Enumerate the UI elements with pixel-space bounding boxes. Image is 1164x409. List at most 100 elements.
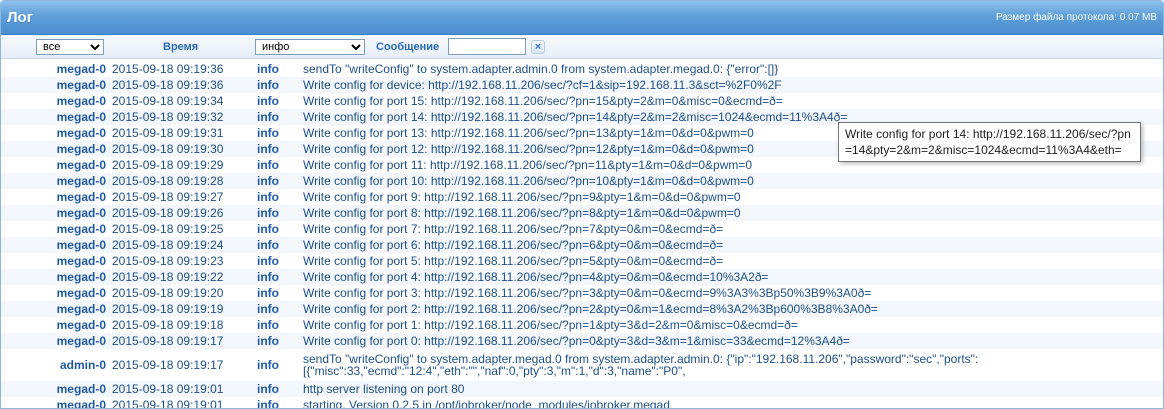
log-source: megad-0: [56, 62, 106, 76]
window-title: Лог: [7, 9, 33, 26]
log-message: Write config for port 9: http://192.168.…: [303, 190, 741, 204]
log-time: 2015-09-18 09:19:23: [112, 254, 224, 268]
log-message: Write config for port 1: http://192.168.…: [303, 318, 798, 332]
log-level: info: [257, 334, 279, 348]
log-source: megad-0: [56, 78, 106, 92]
log-message: starting. Version 0.2.5 in /opt/iobroker…: [303, 398, 670, 409]
log-message: Write config for port 6: http://192.168.…: [303, 238, 724, 252]
log-message: http server listening on port 80: [303, 382, 465, 396]
log-source: megad-0: [56, 174, 106, 188]
log-message: Write config for port 5: http://192.168.…: [303, 254, 724, 268]
log-time: 2015-09-18 09:19:22: [112, 270, 224, 284]
log-row: megad-0 2015-09-18 09:19:20 info Write conf…: [1, 285, 1163, 301]
log-message: Write config for port 7: http://192.168.…: [303, 222, 724, 236]
log-source: megad-0: [56, 254, 106, 268]
log-time: 2015-09-18 09:19:36: [112, 78, 224, 92]
log-message: sendTo "writeConfig" to system.adapter.m…: [303, 352, 979, 378]
log-window: Лог Размер файла протокола: 0.07 MB все …: [0, 0, 1164, 409]
log-row: admin-0 2015-09-18 09:19:17 info sendTo "wr…: [1, 349, 1163, 381]
log-row: megad-0 2015-09-18 09:19:26 info Write conf…: [1, 205, 1163, 221]
log-level: info: [257, 94, 279, 108]
log-source: megad-0: [56, 206, 106, 220]
log-level: info: [257, 318, 279, 332]
message-tooltip: Write config for port 14: http://192.168…: [838, 122, 1141, 162]
log-row: megad-0 2015-09-18 09:19:01 info starting. …: [1, 397, 1163, 409]
log-level: info: [257, 270, 279, 284]
log-source: megad-0: [56, 270, 106, 284]
log-row: megad-0 2015-09-18 09:19:18 info Write conf…: [1, 317, 1163, 333]
log-file-size: Размер файла протокола: 0.07 MB: [995, 12, 1157, 23]
log-level: info: [257, 110, 279, 124]
log-message: Write config for port 2: http://192.168.…: [303, 302, 878, 316]
log-level: info: [257, 286, 279, 300]
log-time: 2015-09-18 09:19:01: [112, 398, 224, 409]
log-source: megad-0: [56, 110, 106, 124]
log-time: 2015-09-18 09:19:30: [112, 142, 224, 156]
log-message: Write config for port 8: http://192.168.…: [303, 206, 741, 220]
log-time: 2015-09-18 09:19:29: [112, 158, 224, 172]
log-level: info: [257, 206, 279, 220]
log-row: megad-0 2015-09-18 09:19:28 info Write conf…: [1, 173, 1163, 189]
log-row: megad-0 2015-09-18 09:19:25 info Write conf…: [1, 221, 1163, 237]
log-time: 2015-09-18 09:19:17: [112, 334, 224, 348]
log-source: megad-0: [56, 238, 106, 252]
log-level: info: [257, 382, 279, 396]
log-row: megad-0 2015-09-18 09:19:36 info Write conf…: [1, 77, 1163, 93]
log-level: info: [257, 238, 279, 252]
log-time: 2015-09-18 09:19:24: [112, 238, 224, 252]
log-level: info: [257, 174, 279, 188]
message-column-header[interactable]: Сообщение: [376, 41, 439, 53]
filter-row: все Время инфо Сообщение ×: [1, 35, 1163, 59]
source-filter-select[interactable]: все: [36, 39, 104, 55]
log-source: megad-0: [56, 142, 106, 156]
log-level: info: [257, 142, 279, 156]
log-level: info: [257, 398, 279, 409]
log-time: 2015-09-18 09:19:19: [112, 302, 224, 316]
log-message: Write config for port 4: http://192.168.…: [303, 270, 769, 284]
log-time: 2015-09-18 09:19:27: [112, 190, 224, 204]
log-source: megad-0: [56, 398, 106, 409]
log-message: Write config for port 0: http://192.168.…: [303, 334, 850, 348]
log-source: megad-0: [56, 158, 106, 172]
level-filter-select[interactable]: инфо: [255, 39, 365, 55]
log-source: megad-0: [56, 382, 106, 396]
log-message: Write config for port 10: http://192.168…: [303, 174, 754, 188]
log-row: megad-0 2015-09-18 09:19:22 info Write conf…: [1, 269, 1163, 285]
log-row: megad-0 2015-09-18 09:19:01 info http serve…: [1, 381, 1163, 397]
clear-filter-button[interactable]: ×: [531, 40, 545, 54]
log-message: Write config for device: http://192.168.…: [303, 78, 782, 92]
log-source: admin-0: [59, 358, 106, 372]
log-level: info: [257, 358, 279, 372]
log-message: Write config for port 3: http://192.168.…: [303, 286, 872, 300]
log-level: info: [257, 62, 279, 76]
log-row: megad-0 2015-09-18 09:19:17 info Write conf…: [1, 333, 1163, 349]
log-source: megad-0: [56, 318, 106, 332]
log-time: 2015-09-18 09:19:18: [112, 318, 224, 332]
log-level: info: [257, 190, 279, 204]
log-row: megad-0 2015-09-18 09:19:24 info Write conf…: [1, 237, 1163, 253]
log-time: 2015-09-18 09:19:01: [112, 382, 224, 396]
log-level: info: [257, 254, 279, 268]
log-level: info: [257, 302, 279, 316]
log-time: 2015-09-18 09:19:34: [112, 94, 224, 108]
message-filter-input[interactable]: [448, 38, 526, 55]
log-level: info: [257, 158, 279, 172]
log-row: megad-0 2015-09-18 09:19:27 info Write conf…: [1, 189, 1163, 205]
log-time: 2015-09-18 09:19:31: [112, 126, 224, 140]
log-source: megad-0: [56, 222, 106, 236]
log-source: megad-0: [56, 126, 106, 140]
time-column-header[interactable]: Время: [163, 41, 198, 53]
log-time: 2015-09-18 09:19:17: [112, 358, 224, 372]
log-message: Write config for port 15: http://192.168…: [303, 94, 783, 108]
log-time: 2015-09-18 09:19:32: [112, 110, 224, 124]
log-time: 2015-09-18 09:19:28: [112, 174, 224, 188]
log-table: megad-0 2015-09-18 09:19:36 info sendTo "wr…: [1, 61, 1163, 409]
log-source: megad-0: [56, 190, 106, 204]
log-source: megad-0: [56, 286, 106, 300]
log-row: megad-0 2015-09-18 09:19:34 info Write conf…: [1, 93, 1163, 109]
log-row: megad-0 2015-09-18 09:19:19 info Write conf…: [1, 301, 1163, 317]
log-source: megad-0: [56, 302, 106, 316]
close-icon: ×: [534, 40, 542, 53]
log-source: megad-0: [56, 94, 106, 108]
log-row: megad-0 2015-09-18 09:19:23 info Write conf…: [1, 253, 1163, 269]
